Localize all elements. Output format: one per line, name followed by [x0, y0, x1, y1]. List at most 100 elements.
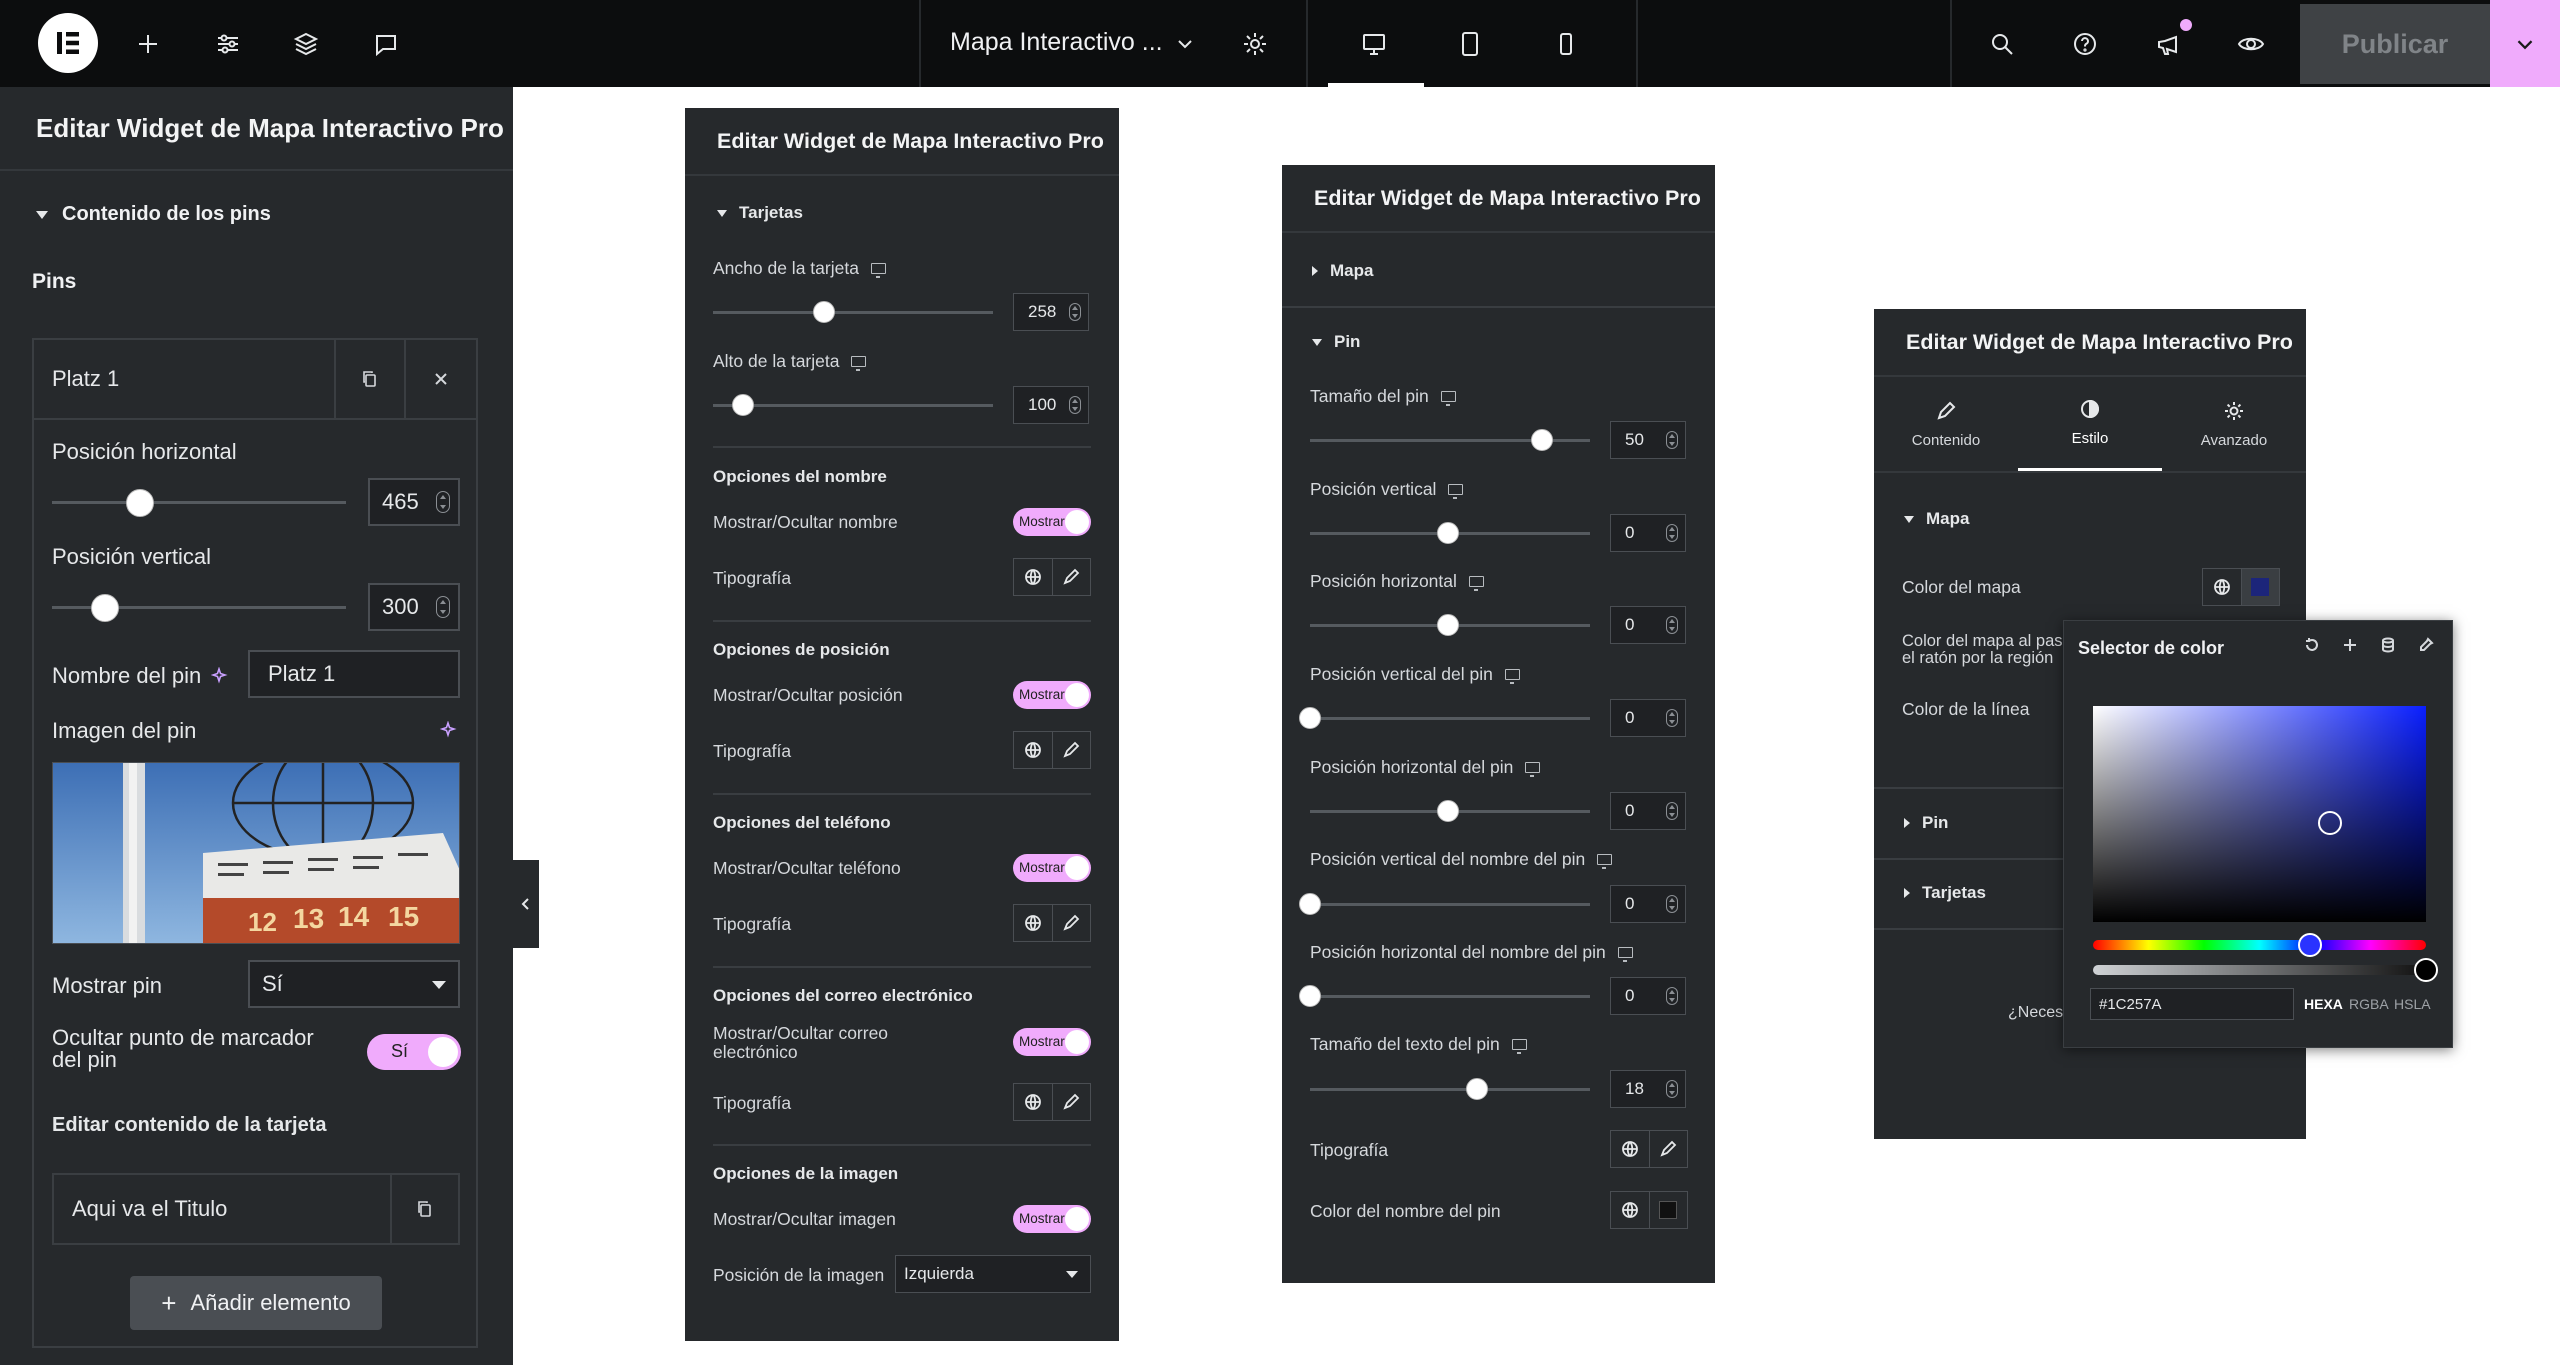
desktop-icon[interactable]	[1468, 576, 1484, 591]
hide-marker-toggle[interactable]: Sí	[367, 1034, 461, 1070]
globe-icon[interactable]	[1014, 1084, 1053, 1120]
image-toggle[interactable]: Mostrar	[1013, 1205, 1091, 1233]
text-size-track[interactable]	[1310, 1088, 1590, 1091]
map-color-swatch[interactable]	[2241, 569, 2279, 605]
pin-pos-v-knob[interactable]	[1299, 707, 1321, 729]
edit-pencil-icon[interactable]	[1053, 905, 1091, 941]
stepper-icon[interactable]	[1666, 987, 1678, 1005]
section-map[interactable]: Mapa	[1312, 261, 1373, 281]
name-pos-h-knob[interactable]	[1299, 985, 1321, 1007]
pos-h-slider-knob[interactable]	[126, 489, 155, 517]
pin-pos-h-input[interactable]: 0	[1610, 792, 1686, 830]
desktop-icon[interactable]	[1617, 947, 1633, 962]
help-icon[interactable]	[2063, 22, 2107, 66]
name-pos-v-input[interactable]: 0	[1610, 885, 1686, 923]
duplicate-icon[interactable]	[336, 340, 406, 418]
pos-h-input[interactable]: 0	[1610, 606, 1686, 644]
stepper-icon[interactable]	[1666, 431, 1678, 449]
format-rgba[interactable]: RGBA	[2349, 996, 2389, 1012]
image-position-select[interactable]: Izquierda	[895, 1255, 1091, 1293]
chevron-down-icon[interactable]	[1163, 22, 1207, 66]
card-height-track[interactable]	[713, 404, 993, 407]
eyedropper-icon[interactable]	[2418, 637, 2434, 653]
site-settings-icon[interactable]	[206, 22, 250, 66]
desktop-icon[interactable]	[1525, 762, 1541, 777]
pos-h-input[interactable]: 465	[368, 478, 460, 526]
structure-layers-icon[interactable]	[284, 22, 328, 66]
page-settings-gear-icon[interactable]	[1233, 22, 1277, 66]
desktop-icon[interactable]	[1440, 391, 1456, 406]
card-item-title[interactable]: Aqui va el Titulo	[54, 1175, 392, 1243]
saturation-area[interactable]	[2093, 706, 2426, 922]
desktop-icon[interactable]	[1511, 1039, 1527, 1054]
card-repeater-item[interactable]: Aqui va el Titulo	[52, 1173, 460, 1245]
stepper-icon[interactable]	[436, 491, 450, 513]
repeater-item-header[interactable]: Platz 1	[32, 338, 478, 420]
ai-sparkle-icon[interactable]	[440, 721, 458, 739]
name-pos-v-knob[interactable]	[1299, 893, 1321, 915]
pos-v-slider-knob[interactable]	[90, 594, 119, 622]
duplicate-icon[interactable]	[392, 1175, 458, 1243]
desktop-icon[interactable]	[1597, 854, 1613, 869]
stepper-icon[interactable]	[1666, 616, 1678, 634]
add-element-button[interactable]: + Añadir elemento	[130, 1276, 382, 1330]
pos-v-input[interactable]: 0	[1610, 514, 1686, 552]
page-title[interactable]: Mapa Interactivo ...	[950, 28, 1163, 57]
desktop-icon[interactable]	[1504, 669, 1520, 684]
edit-pencil-icon[interactable]	[1053, 732, 1091, 768]
global-colors-stack-icon[interactable]	[2380, 637, 2396, 653]
position-toggle[interactable]: Mostrar	[1013, 681, 1091, 709]
add-element-icon[interactable]	[126, 22, 170, 66]
preview-eye-icon[interactable]	[2229, 22, 2273, 66]
publish-button[interactable]: Publicar	[2300, 4, 2490, 84]
globe-icon[interactable]	[2203, 569, 2242, 605]
pin-size-knob[interactable]	[1531, 429, 1553, 451]
plus-icon[interactable]	[2342, 637, 2358, 653]
section-cards[interactable]: Tarjetas	[717, 203, 803, 223]
remove-close-icon[interactable]	[406, 340, 476, 418]
color-swatch[interactable]	[1650, 1192, 1688, 1228]
name-toggle[interactable]: Mostrar	[1013, 508, 1091, 536]
stepper-icon[interactable]	[1666, 709, 1678, 727]
stepper-icon[interactable]	[1069, 303, 1081, 321]
help-link[interactable]: ¿Necesitas ayuda?	[2008, 1004, 2064, 1022]
show-pin-select[interactable]: Sí	[248, 960, 460, 1008]
repeater-item-title[interactable]: Platz 1	[34, 340, 336, 418]
tab-advanced[interactable]: Avanzado	[2162, 377, 2306, 471]
section-pin[interactable]: Pin	[1904, 813, 1948, 833]
text-size-knob[interactable]	[1466, 1078, 1488, 1100]
desktop-icon[interactable]	[851, 356, 867, 371]
pin-image-preview[interactable]: 12 13 14 15	[52, 762, 460, 944]
pos-h-knob[interactable]	[1437, 614, 1459, 636]
desktop-icon[interactable]	[1448, 484, 1464, 499]
tab-content[interactable]: Contenido	[1874, 377, 2018, 471]
pin-size-input[interactable]: 50	[1610, 421, 1686, 459]
publish-options-chevron-icon[interactable]	[2490, 0, 2560, 87]
ai-sparkle-icon[interactable]	[211, 667, 229, 685]
search-icon[interactable]	[1980, 22, 2024, 66]
pin-pos-v-track[interactable]	[1310, 717, 1590, 720]
format-hsla[interactable]: HSLA	[2394, 996, 2431, 1012]
card-width-track[interactable]	[713, 311, 993, 314]
hue-knob[interactable]	[2298, 933, 2322, 957]
stepper-icon[interactable]	[1666, 1080, 1678, 1098]
pos-v-input[interactable]: 300	[368, 583, 460, 631]
globe-icon[interactable]	[1014, 559, 1053, 595]
alpha-slider[interactable]	[2093, 965, 2426, 975]
globe-icon[interactable]	[1611, 1131, 1650, 1167]
collapse-panel-chevron-icon[interactable]	[513, 860, 539, 948]
comments-icon[interactable]	[364, 22, 408, 66]
name-pos-h-track[interactable]	[1310, 995, 1590, 998]
desktop-icon[interactable]	[870, 263, 886, 278]
card-width-knob[interactable]	[813, 301, 835, 323]
section-cards[interactable]: Tarjetas	[1904, 883, 1986, 903]
text-size-input[interactable]: 18	[1610, 1070, 1686, 1108]
pos-h-slider-track[interactable]	[52, 501, 346, 504]
stepper-icon[interactable]	[436, 596, 450, 618]
pos-v-knob[interactable]	[1437, 522, 1459, 544]
globe-icon[interactable]	[1014, 905, 1053, 941]
alpha-knob[interactable]	[2414, 958, 2438, 982]
stepper-icon[interactable]	[1666, 895, 1678, 913]
card-height-input[interactable]: 100	[1013, 386, 1089, 424]
stepper-icon[interactable]	[1666, 802, 1678, 820]
